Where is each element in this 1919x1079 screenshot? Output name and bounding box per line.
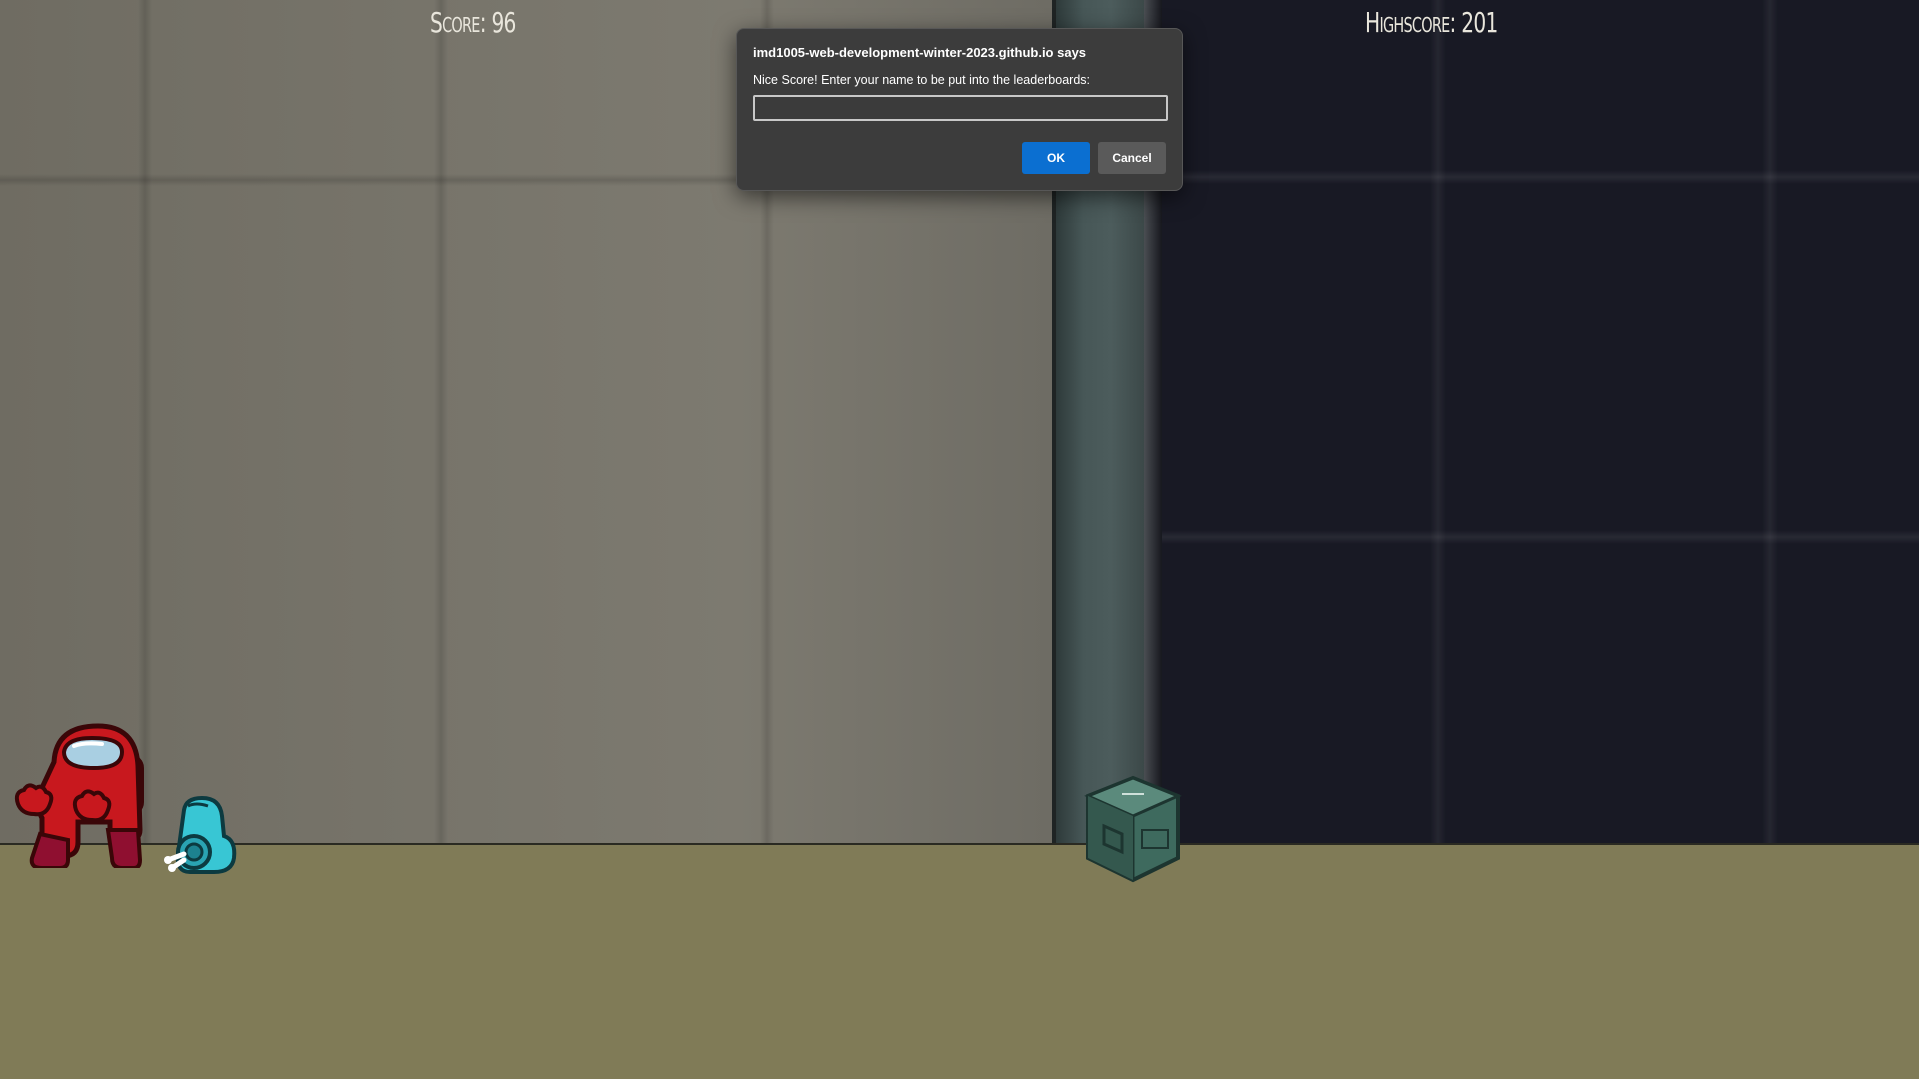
ok-button[interactable]: OK (1022, 142, 1090, 174)
dialog-title: imd1005-web-development-winter-2023.gith… (753, 45, 1087, 60)
red-crewmate-icon (14, 723, 144, 868)
green-crate-icon (1084, 775, 1182, 883)
cyan-mini-crewmate-icon (164, 796, 237, 874)
cancel-button[interactable]: Cancel (1098, 142, 1166, 174)
floor (0, 843, 1919, 1079)
dark-wall-background (1162, 0, 1919, 843)
prompt-dialog: imd1005-web-development-winter-2023.gith… (736, 28, 1183, 191)
dialog-message: Nice Score! Enter your name to be put in… (753, 73, 1090, 87)
game-stage[interactable]: Score: 96 Highscore: 201 imd1005-web-dev… (0, 0, 1919, 1079)
score-display: Score: 96 (430, 6, 516, 39)
highscore-display: Highscore: 201 (1365, 6, 1498, 39)
name-input[interactable] (753, 95, 1168, 121)
dialog-button-row: OK Cancel (1022, 142, 1166, 174)
